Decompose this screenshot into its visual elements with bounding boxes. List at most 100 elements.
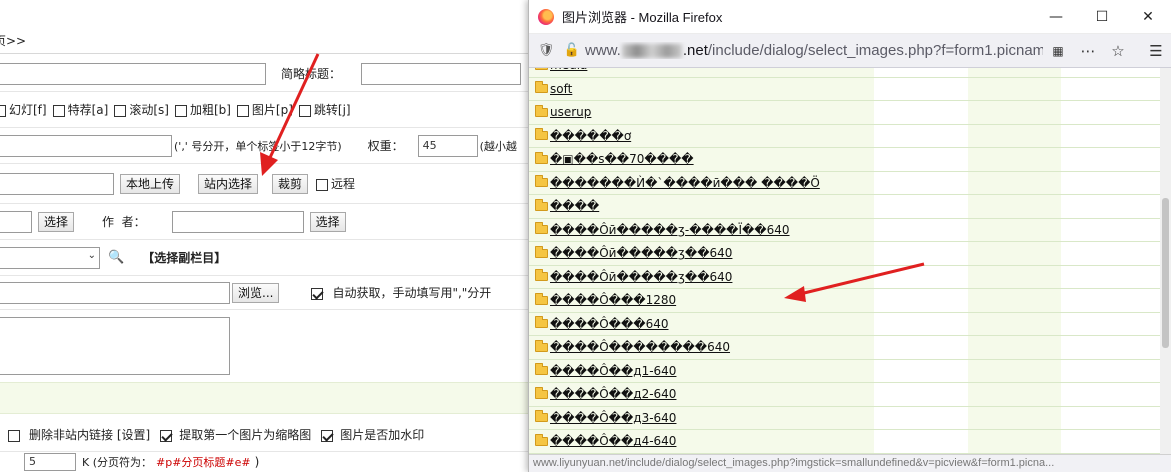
menu-icon[interactable]: ☰ <box>1141 42 1171 60</box>
chevron-down-icon: ⌄ <box>87 249 96 261</box>
flag-3[interactable]: 加粗[b] <box>174 101 231 118</box>
upload-local-button[interactable]: 本地上传 <box>120 173 181 194</box>
folder-row[interactable]: media <box>529 68 1169 78</box>
keywords-input[interactable] <box>0 281 230 304</box>
row-thumbnail: 本地上传 站内选择 裁剪 远程 <box>0 164 540 204</box>
folder-link[interactable]: ����Ôӣ�����ʒ-����Ϊ��640 <box>550 223 790 237</box>
folder-row[interactable]: ����Ô���1280 <box>529 289 1169 313</box>
browse-button[interactable]: 浏览... <box>232 282 280 303</box>
flag-5-checkbox[interactable] <box>298 104 311 117</box>
folder-row[interactable]: ����Ô���640 <box>529 313 1169 336</box>
folder-row[interactable]: ����Ôӣ�����ʒ-����Ϊ��640 <box>529 219 1169 242</box>
folder-link[interactable]: �������Ѝ�`����ӣ��� ����Ӧ <box>550 176 820 190</box>
opt-delete-links-checkbox[interactable] <box>8 429 20 442</box>
thumbnail-input[interactable] <box>0 172 114 195</box>
folder-row[interactable]: ����Ô��д4-640 <box>529 430 1169 454</box>
flag-0[interactable]: 幻灯[f] <box>0 101 47 118</box>
author-select-button[interactable]: 选择 <box>309 211 346 232</box>
folder-link[interactable]: ����Ô��������640 <box>550 340 730 354</box>
folder-icon <box>535 68 548 70</box>
folder-row[interactable]: �������Ѝ�`����ӣ��� ����Ӧ <box>529 172 1169 195</box>
close-icon[interactable]: ✕ <box>1125 0 1171 34</box>
folder-row[interactable]: ���� <box>529 195 1169 219</box>
auto-fetch-checkbox[interactable] <box>311 287 324 300</box>
folder-link[interactable]: ����Ô��д2-640 <box>550 387 676 401</box>
folder-row[interactable]: userup <box>529 101 1169 125</box>
site-select-button[interactable]: 站内选择 <box>198 173 259 194</box>
crop-button[interactable]: 裁剪 <box>272 173 309 194</box>
sub-column-link[interactable]: 【选择副栏目】 <box>142 249 226 266</box>
folder-row[interactable]: ����Ôӣ�����ʒ��640 <box>529 242 1169 266</box>
firefox-logo-icon <box>538 8 554 25</box>
folder-row[interactable]: ����Ôӣ�����ʒ��640 <box>529 266 1169 289</box>
remote-option[interactable]: 远程 <box>316 175 355 192</box>
flag-1-checkbox[interactable] <box>52 104 65 117</box>
opt-watermark[interactable]: 图片是否加水印 <box>321 426 424 443</box>
page-scrollbar[interactable] <box>1160 68 1171 454</box>
flag-2-checkbox[interactable] <box>114 104 127 117</box>
short-title-input[interactable] <box>361 62 522 85</box>
flag-4[interactable]: 图片[p] <box>236 101 293 118</box>
folder-row[interactable]: ����Ô��д1-640 <box>529 360 1169 383</box>
folder-link[interactable]: media <box>550 68 587 72</box>
folder-link[interactable]: soft <box>550 82 572 96</box>
folder-link[interactable]: ����Ô��д1-640 <box>550 364 676 378</box>
search-icon[interactable]: 🔍 <box>108 250 124 265</box>
url-text[interactable]: www. .net/include/dialog/select_images.ph… <box>585 42 1043 59</box>
page-scrollbar-thumb[interactable] <box>1162 198 1169 348</box>
qr-code-icon[interactable]: ▦ <box>1043 44 1073 58</box>
insecure-lock-icon[interactable]: 🔓 <box>559 43 585 58</box>
folder-row[interactable]: soft <box>529 78 1169 101</box>
remote-checkbox[interactable] <box>316 178 329 191</box>
bookmark-star-icon[interactable]: ☆ <box>1103 42 1133 60</box>
flag-4-label: 图片[p] <box>251 103 293 117</box>
page-hint-prefix: K (分页符为： <box>82 456 153 469</box>
opt-first-image[interactable]: 提取第一个图片为缩略图 <box>160 426 311 443</box>
flag-1-label: 特荐[a] <box>67 103 109 117</box>
auto-fetch-option[interactable]: 自动获取，手动填写用","分开 <box>311 284 491 301</box>
flag-2-label: 滚动[s] <box>129 103 169 117</box>
folder-link[interactable]: ����Ôӣ�����ʒ��640 <box>550 246 732 260</box>
folder-row[interactable]: ����Ô��д3-640 <box>529 407 1169 430</box>
folder-row[interactable]: ������ơ <box>529 125 1169 148</box>
column-select[interactable]: ⌄ <box>0 246 100 269</box>
more-icon[interactable]: ⋯ <box>1073 42 1103 60</box>
url-redacted <box>621 44 682 59</box>
folder-row[interactable]: �▣��ѕ��70���� <box>529 148 1169 172</box>
opt-watermark-checkbox[interactable] <box>321 429 334 442</box>
url-bar[interactable]: 🛡 🔓 www. .net/include/dialog/select_image… <box>529 34 1171 68</box>
folder-link[interactable]: userup <box>550 105 591 119</box>
author-input[interactable] <box>171 210 304 233</box>
description-textarea[interactable] <box>0 317 230 375</box>
opt-delete-links-label: 删除非站内链接 [设置] <box>29 428 151 442</box>
folder-link[interactable]: ����Ôӣ�����ʒ��640 <box>550 270 732 284</box>
tags-input[interactable] <box>0 134 172 157</box>
title-input[interactable] <box>0 62 266 85</box>
flag-1[interactable]: 特荐[a] <box>52 101 109 118</box>
folder-link[interactable]: ����Ô��д4-640 <box>550 434 676 448</box>
opt-delete-links[interactable]: 删除非站内链接 [设置] <box>8 426 150 443</box>
source-select-button[interactable]: 选择 <box>38 211 75 232</box>
flag-3-checkbox[interactable] <box>174 104 187 117</box>
folder-link[interactable]: ����Ô���640 <box>550 317 668 331</box>
flag-4-checkbox[interactable] <box>236 104 249 117</box>
folder-link[interactable]: ���� <box>550 199 599 213</box>
flag-0-checkbox[interactable] <box>0 104 6 117</box>
shield-icon[interactable]: 🛡 <box>533 43 559 58</box>
weight-input[interactable]: 45 <box>417 134 478 157</box>
minimize-icon[interactable]: — <box>1033 0 1079 34</box>
folder-link[interactable]: ������ơ <box>550 129 631 143</box>
flag-2[interactable]: 滚动[s] <box>114 101 169 118</box>
page-size-input[interactable]: 5 <box>24 453 76 471</box>
folder-link[interactable]: �▣��ѕ��70���� <box>550 152 694 166</box>
flag-5[interactable]: 跳转[j] <box>298 101 351 118</box>
opt-first-image-checkbox[interactable] <box>160 429 173 442</box>
source-input[interactable] <box>0 210 32 233</box>
folder-icon <box>535 198 548 211</box>
folder-link[interactable]: ����Ô��д3-640 <box>550 411 676 425</box>
folder-row[interactable]: ����Ô��������640 <box>529 336 1169 360</box>
row-paging: 5 K (分页符为： #p#分页标题#e# ) <box>0 452 540 472</box>
folder-row[interactable]: ����Ô��д2-640 <box>529 383 1169 407</box>
folder-link[interactable]: ����Ô���1280 <box>550 293 676 307</box>
maximize-icon[interactable]: ☐ <box>1079 0 1125 34</box>
